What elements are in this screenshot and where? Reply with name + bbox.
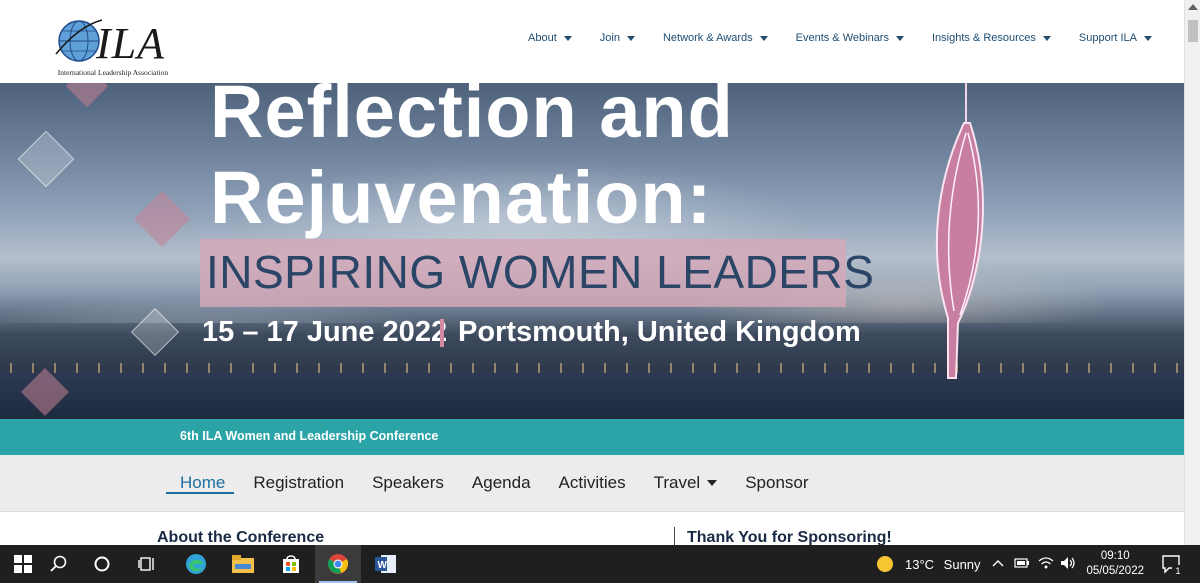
subnav-speakers[interactable]: Speakers	[358, 471, 458, 495]
word-icon[interactable]: W	[363, 545, 409, 583]
caret-down-icon	[1144, 35, 1152, 41]
active-tab-indicator	[166, 492, 234, 494]
nav-events-webinars[interactable]: Events & Webinars	[782, 31, 918, 45]
subnav-activities[interactable]: Activities	[545, 471, 640, 495]
hero-subtitle: INSPIRING WOMEN LEADERS	[206, 246, 875, 298]
search-icon[interactable]	[36, 545, 82, 583]
subnav-sponsor-label: Sponsor	[745, 473, 809, 492]
hero-title-line1: Reflection and	[210, 83, 734, 153]
caret-down-icon	[1042, 35, 1051, 41]
nav-insights-resources[interactable]: Insights & Resources	[918, 31, 1065, 45]
caret-down-icon	[895, 35, 904, 41]
file-explorer-icon[interactable]	[220, 545, 266, 583]
hero-separator	[440, 319, 444, 347]
vertical-scrollbar[interactable]	[1184, 0, 1200, 545]
weather-temp: 13°C	[905, 557, 935, 572]
hero-location: Portsmouth, United Kingdom	[458, 316, 861, 348]
store-icon[interactable]	[268, 545, 314, 583]
weather-condition: Sunny	[943, 557, 981, 572]
svg-text:W: W	[378, 560, 388, 571]
system-clock[interactable]: 09:10 05/05/2022	[1086, 549, 1144, 579]
weather-widget[interactable]: 13°C Sunny	[905, 557, 981, 572]
subnav-travel[interactable]: Travel	[640, 471, 732, 495]
scroll-up-arrow-icon[interactable]	[1188, 4, 1198, 10]
notification-count: 1	[1172, 565, 1184, 577]
clock-time: 09:10	[1100, 550, 1130, 562]
volume-icon[interactable]	[1060, 556, 1076, 570]
caret-down-icon	[563, 35, 572, 41]
caret-down-icon	[759, 35, 768, 41]
nav-join-label: Join	[599, 32, 620, 44]
clock-date: 05/05/2022	[1086, 565, 1144, 577]
hero-dates: 15 – 17 June 2022	[202, 316, 448, 348]
conference-subnav: Home Registration Speakers Agenda Activi…	[0, 455, 1184, 512]
subnav-home-label: Home	[180, 473, 226, 492]
task-view-icon[interactable]	[124, 545, 170, 583]
caret-down-icon	[707, 480, 718, 486]
browser-viewport: ILA International Leadership Association…	[0, 0, 1200, 583]
subnav-travel-label: Travel	[653, 473, 701, 492]
scroll-thumb[interactable]	[1188, 20, 1198, 42]
hero-banner: Reflection and Rejuvenation: INSPIRING W…	[0, 83, 1184, 419]
nav-about-label: About	[528, 32, 557, 44]
nav-insights-resources-label: Insights & Resources	[931, 32, 1036, 44]
ila-logo[interactable]: ILA International Leadership Association	[48, 6, 178, 78]
site-header: ILA International Leadership Association…	[0, 0, 1184, 83]
nav-network-awards[interactable]: Network & Awards	[649, 31, 782, 45]
subnav-activities-label: Activities	[558, 473, 626, 492]
caret-down-icon	[626, 35, 635, 41]
hero-title-line2: Rejuvenation:	[210, 156, 713, 239]
main-nav: About Join Network & Awards Events & Web…	[514, 31, 1166, 45]
edge-icon[interactable]	[173, 545, 219, 583]
nav-network-awards-label: Network & Awards	[662, 32, 753, 44]
subnav-speakers-label: Speakers	[372, 473, 444, 492]
conference-banner: 6th ILA Women and Leadership Conference	[0, 419, 1184, 455]
wifi-icon[interactable]	[1038, 556, 1054, 570]
battery-icon[interactable]	[1014, 557, 1030, 569]
conference-name: 6th ILA Women and Leadership Conference	[180, 429, 439, 443]
column-divider	[674, 527, 675, 545]
windows-taskbar: W 13°C Sunny 09:10 05/05/2022 1	[0, 545, 1200, 583]
nav-support-ila-label: Support ILA	[1078, 32, 1137, 44]
page-content: About the Conference Thank You for Spons…	[0, 512, 1184, 546]
subnav-sponsor[interactable]: Sponsor	[731, 471, 822, 495]
spinnaker-tower-illustration	[935, 83, 984, 379]
logo-text: ILA	[96, 19, 165, 68]
logo-subtitle: International Leadership Association	[57, 68, 169, 77]
nav-events-webinars-label: Events & Webinars	[795, 32, 889, 44]
nav-support-ila[interactable]: Support ILA	[1065, 31, 1166, 45]
subnav-registration[interactable]: Registration	[239, 471, 358, 495]
subnav-agenda-label: Agenda	[471, 473, 531, 492]
subnav-agenda[interactable]: Agenda	[458, 471, 545, 495]
cortana-icon[interactable]	[79, 545, 125, 583]
nav-join[interactable]: Join	[586, 31, 649, 45]
chevron-up-icon[interactable]	[992, 559, 1004, 567]
chrome-icon[interactable]	[315, 545, 361, 583]
nav-about[interactable]: About	[514, 31, 586, 45]
subnav-registration-label: Registration	[253, 473, 345, 492]
sun-icon	[877, 556, 893, 572]
